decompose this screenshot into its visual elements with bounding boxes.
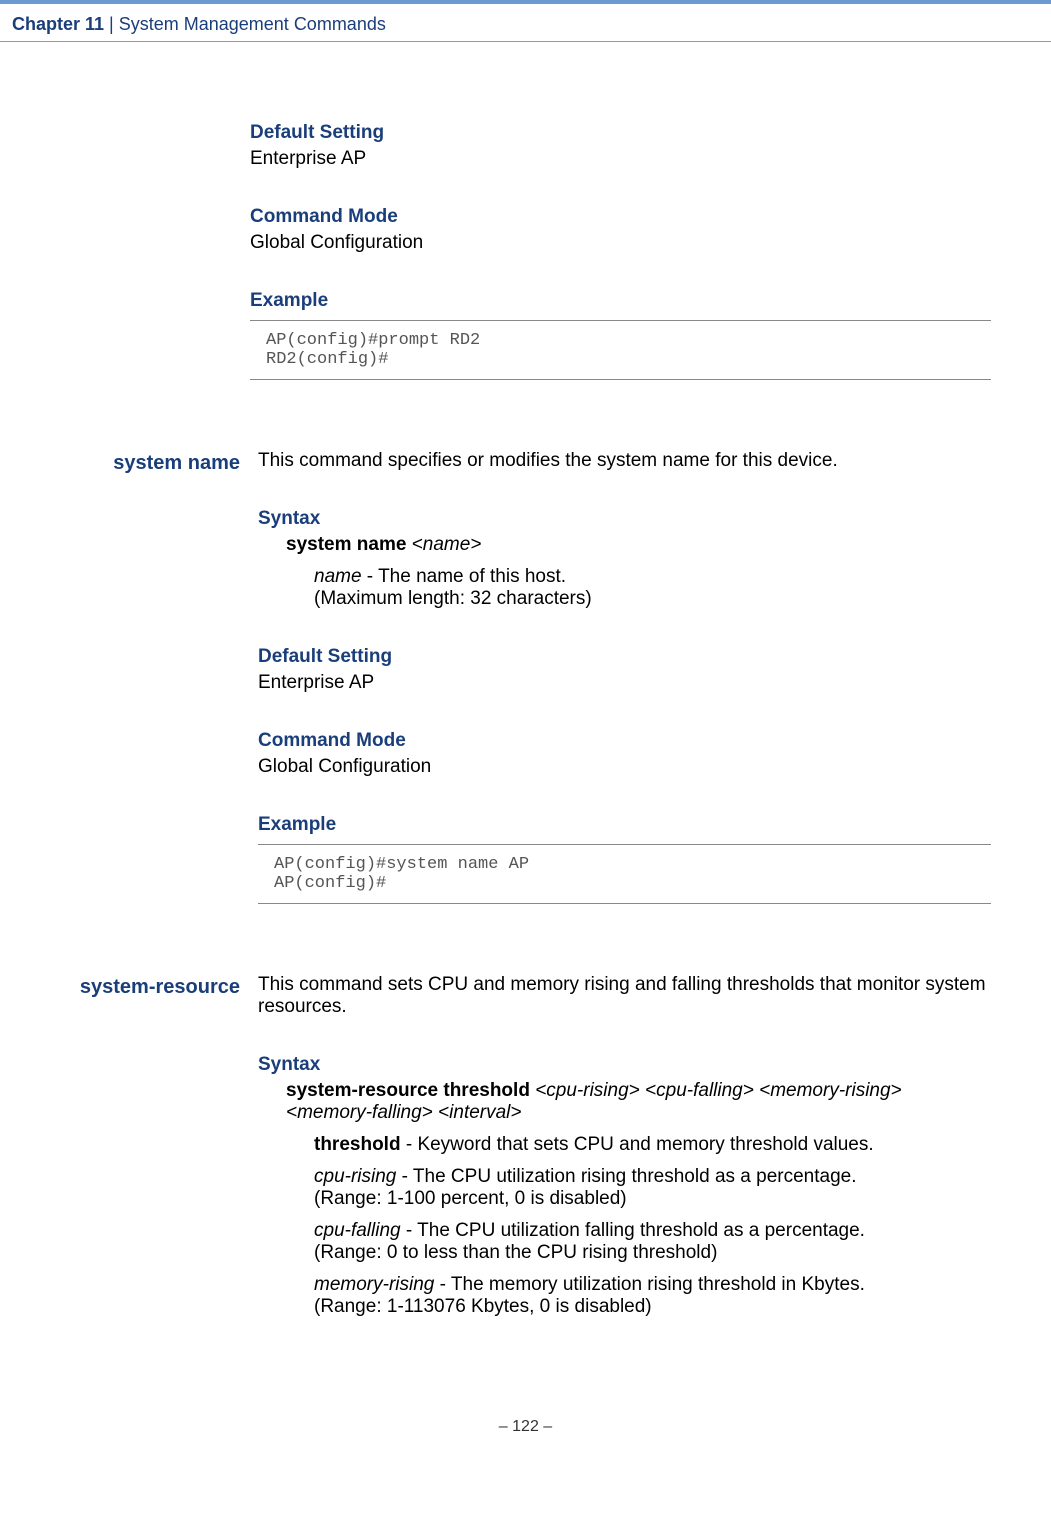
command-label: system-resource: [60, 974, 258, 999]
param-desc: - Keyword that sets CPU and memory thres…: [401, 1134, 874, 1155]
chapter-title: System Management Commands: [119, 14, 386, 34]
syntax-param: threshold - Keyword that sets CPU and me…: [314, 1134, 991, 1156]
command-description: This command sets CPU and memory rising …: [258, 974, 991, 1018]
param-range: (Maximum length: 32 characters): [314, 588, 592, 609]
content-block: Default Setting Enterprise AP Command Mo…: [250, 122, 991, 380]
param-desc: - The CPU utilization falling threshold …: [401, 1220, 865, 1241]
param-name: cpu-falling: [314, 1220, 401, 1241]
param-name: name: [314, 566, 362, 587]
param-name: memory-rising: [314, 1274, 434, 1295]
command-label: system name: [60, 450, 258, 475]
page-number: – 122 –: [499, 1418, 552, 1435]
param-name: threshold: [314, 1134, 401, 1155]
syntax-param: name - The name of this host. (Maximum l…: [314, 566, 991, 610]
example-code-block: AP(config)#system name AP AP(config)#: [258, 844, 991, 904]
syntax-arg: <name>: [406, 534, 481, 555]
default-setting-value: Enterprise AP: [250, 148, 991, 170]
syntax-cmd: system name: [286, 534, 406, 555]
command-mode-heading: Command Mode: [258, 730, 991, 752]
syntax-line: system name <name>: [286, 534, 991, 556]
page-header: Chapter 11 | System Management Commands: [0, 0, 1051, 42]
chapter-number: Chapter 11: [12, 14, 104, 34]
page-footer: – 122 –: [60, 1418, 991, 1466]
syntax-line: system-resource threshold <cpu-rising> <…: [286, 1080, 991, 1124]
syntax-param: cpu-falling - The CPU utilization fallin…: [314, 1220, 991, 1264]
command-body: This command sets CPU and memory rising …: [258, 974, 991, 1328]
command-mode-value: Global Configuration: [258, 756, 991, 778]
command-mode-heading: Command Mode: [250, 206, 991, 228]
command-mode-value: Global Configuration: [250, 232, 991, 254]
param-range: (Range: 1-113076 Kbytes, 0 is disabled): [314, 1296, 652, 1317]
example-heading: Example: [250, 290, 991, 312]
syntax-param: cpu-rising - The CPU utilization rising …: [314, 1166, 991, 1210]
syntax-param: memory-rising - The memory utilization r…: [314, 1274, 991, 1318]
command-row-system-resource: system-resource This command sets CPU an…: [60, 974, 991, 1328]
command-row-system-name: system name This command specifies or mo…: [60, 450, 991, 904]
syntax-cmd: system-resource threshold: [286, 1080, 530, 1101]
syntax-heading: Syntax: [258, 508, 991, 530]
param-range: (Range: 0 to less than the CPU rising th…: [314, 1242, 717, 1263]
default-setting-value: Enterprise AP: [258, 672, 991, 694]
default-setting-heading: Default Setting: [258, 646, 991, 668]
example-heading: Example: [258, 814, 991, 836]
param-desc: - The CPU utilization rising threshold a…: [396, 1166, 856, 1187]
param-name: cpu-rising: [314, 1166, 396, 1187]
param-desc: - The name of this host.: [362, 566, 567, 587]
syntax-heading: Syntax: [258, 1054, 991, 1076]
main-content: Default Setting Enterprise AP Command Mo…: [0, 42, 1051, 1506]
param-desc: - The memory utilization rising threshol…: [434, 1274, 865, 1295]
command-description: This command specifies or modifies the s…: [258, 450, 991, 472]
example-code-block: AP(config)#prompt RD2 RD2(config)#: [250, 320, 991, 380]
command-body: This command specifies or modifies the s…: [258, 450, 991, 904]
default-setting-heading: Default Setting: [250, 122, 991, 144]
param-range: (Range: 1-100 percent, 0 is disabled): [314, 1188, 627, 1209]
chapter-label: Chapter 11 | System Management Commands: [12, 14, 386, 34]
